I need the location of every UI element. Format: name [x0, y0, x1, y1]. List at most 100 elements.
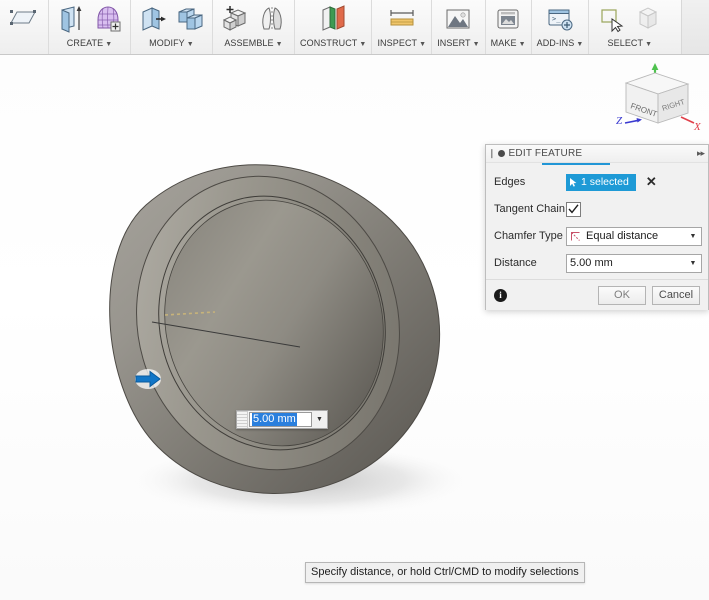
- cancel-button[interactable]: Cancel: [652, 286, 700, 305]
- toolbar-spacer: [670, 0, 681, 54]
- toolbar-group-inspect: INSPECT▼: [371, 0, 431, 54]
- toolbar-group-create: CREATE▼: [48, 0, 130, 54]
- viewcube-z-label: Z: [616, 115, 623, 127]
- chamfer-type-value: Equal distance: [586, 230, 658, 242]
- chamfer-type-select[interactable]: Equal distance ▼: [566, 227, 702, 246]
- distance-value-wrap: 5.00 mm: [570, 257, 685, 269]
- toolbar-label-inspect-text: INSPECT: [377, 38, 417, 48]
- dialog-footer: i OK Cancel: [486, 280, 708, 310]
- view-cube[interactable]: FRONT RIGHT Z X: [608, 60, 703, 138]
- distance-input[interactable]: 5.00 mm ▼: [566, 254, 702, 273]
- clear-selection-icon[interactable]: ✕: [646, 176, 657, 188]
- dialog-accent-underline: [486, 163, 708, 165]
- toolbar-label-sketch: [22, 37, 25, 48]
- toolbar-label-select-text: SELECT: [608, 38, 644, 48]
- drag-manipulator-arrow[interactable]: [134, 368, 162, 390]
- toolbar-label-insert-text: INSERT: [437, 38, 470, 48]
- chevron-down-icon: ▼: [473, 41, 480, 48]
- toolbar-label-construct-text: CONSTRUCT: [300, 38, 357, 48]
- row-edges: Edges 1 selected ✕: [494, 171, 702, 193]
- viewcube-x-label: X: [693, 121, 702, 133]
- fusion360-window: CREATE▼: [0, 0, 709, 600]
- toolbar-group-construct: CONSTRUCT▼: [294, 0, 371, 54]
- measure-icon[interactable]: [385, 2, 419, 36]
- canvas-input-dropdown-icon[interactable]: ▼: [312, 411, 327, 428]
- chevron-down-icon: ▼: [576, 41, 583, 48]
- extrude-icon[interactable]: [54, 2, 88, 36]
- toolbar-group-addins: >_ ADD-INS▼: [531, 0, 589, 54]
- toolbar-label-create-text: CREATE: [67, 38, 103, 48]
- equal-distance-icon: [570, 230, 582, 242]
- main-toolbar: CREATE▼: [0, 0, 709, 55]
- ok-button[interactable]: OK: [598, 286, 646, 305]
- svg-text:>_: >_: [552, 15, 561, 23]
- edit-feature-dialog: ❙ EDIT FEATURE ▸▸ Edges 1 selected ✕ Tan…: [485, 144, 709, 310]
- toolbar-label-addins[interactable]: ADD-INS▼: [537, 37, 584, 50]
- chevron-down-icon: ▼: [105, 41, 112, 48]
- canvas-input-field[interactable]: 5.00 mm: [249, 412, 312, 427]
- viewport-canvas[interactable]: 5.00 mm ▼ FRONT RIGHT Z X Specify: [0, 55, 709, 600]
- chamfer-type-value-wrap: Equal distance: [570, 230, 685, 242]
- y-axis-arrow: [652, 63, 659, 70]
- toolbar-label-select[interactable]: SELECT▼: [608, 37, 653, 50]
- status-tooltip: Specify distance, or hold Ctrl/CMD to mo…: [305, 562, 585, 583]
- new-component-icon[interactable]: [218, 2, 252, 36]
- toolbar-group-assemble: ASSEMBLE▼: [212, 0, 294, 54]
- toolbar-label-addins-text: ADD-INS: [537, 38, 575, 48]
- chevron-down-icon: ▼: [519, 41, 526, 48]
- feature-marker-icon: [498, 150, 505, 157]
- edges-selection-badge[interactable]: 1 selected: [566, 174, 636, 191]
- chevron-down-icon: ▼: [645, 41, 652, 48]
- collapse-left-icon[interactable]: ❙: [488, 148, 496, 159]
- toolbar-group-make: MAKE▼: [485, 0, 531, 54]
- toolbar-label-assemble-text: ASSEMBLE: [224, 38, 273, 48]
- edges-selection-text: 1 selected: [581, 176, 629, 188]
- pin-dialog-icon[interactable]: ▸▸: [697, 148, 704, 159]
- toolbar-label-make-text: MAKE: [491, 38, 517, 48]
- x-axis-line: [681, 117, 694, 123]
- toolbar-label-insert[interactable]: INSERT▼: [437, 37, 479, 50]
- chevron-down-icon: ▼: [276, 41, 283, 48]
- chamfer-type-dropdown-icon[interactable]: ▼: [685, 233, 701, 240]
- toolbar-group-insert: INSERT▼: [431, 0, 484, 54]
- 3d-model-ellipsoid[interactable]: [0, 55, 709, 600]
- toolbar-label-make[interactable]: MAKE▼: [491, 37, 526, 50]
- info-icon[interactable]: i: [494, 289, 507, 302]
- toolbar-label-create[interactable]: CREATE▼: [67, 37, 112, 50]
- insert-image-icon[interactable]: [441, 2, 475, 36]
- canvas-distance-input[interactable]: 5.00 mm ▼: [236, 410, 328, 429]
- 3d-print-icon[interactable]: [491, 2, 525, 36]
- offset-plane-icon[interactable]: [316, 2, 350, 36]
- chevron-down-icon: ▼: [187, 41, 194, 48]
- toolbar-group-select: SELECT▼: [588, 0, 670, 54]
- chevron-down-icon: ▼: [359, 41, 366, 48]
- dialog-body: Edges 1 selected ✕ Tangent Chain: [486, 165, 708, 274]
- create-form-icon[interactable]: [91, 2, 125, 36]
- sketch-plane-icon[interactable]: [6, 2, 40, 36]
- tangent-chain-checkbox[interactable]: [566, 202, 581, 217]
- label-edges: Edges: [494, 176, 566, 188]
- press-pull-icon[interactable]: [136, 2, 170, 36]
- select-body-icon[interactable]: [631, 2, 665, 36]
- toolbar-label-inspect[interactable]: INSPECT▼: [377, 37, 426, 50]
- label-distance: Distance: [494, 257, 566, 269]
- canvas-input-grip[interactable]: [237, 411, 248, 428]
- toolbar-label-construct[interactable]: CONSTRUCT▼: [300, 37, 366, 50]
- distance-dropdown-icon[interactable]: ▼: [685, 260, 701, 267]
- scripts-addins-icon[interactable]: >_: [543, 2, 577, 36]
- chevron-down-icon: ▼: [419, 41, 426, 48]
- toolbar-label-modify-text: MODIFY: [149, 38, 185, 48]
- select-window-icon[interactable]: [594, 2, 628, 36]
- toolbar-group-modify: MODIFY▼: [130, 0, 212, 54]
- row-tangent-chain: Tangent Chain: [494, 198, 702, 220]
- joint-icon[interactable]: [255, 2, 289, 36]
- row-chamfer-type: Chamfer Type Equal distance ▼: [494, 225, 702, 247]
- label-tangent-chain: Tangent Chain: [494, 203, 566, 215]
- toolbar-label-assemble[interactable]: ASSEMBLE▼: [224, 37, 282, 50]
- combine-icon[interactable]: [173, 2, 207, 36]
- dialog-title-bar[interactable]: ❙ EDIT FEATURE ▸▸: [486, 145, 708, 163]
- dialog-title: EDIT FEATURE: [509, 148, 697, 159]
- toolbar-overflow-strip[interactable]: [681, 0, 709, 54]
- toolbar-label-modify[interactable]: MODIFY▼: [149, 37, 194, 50]
- cursor-arrow-icon: [569, 177, 578, 188]
